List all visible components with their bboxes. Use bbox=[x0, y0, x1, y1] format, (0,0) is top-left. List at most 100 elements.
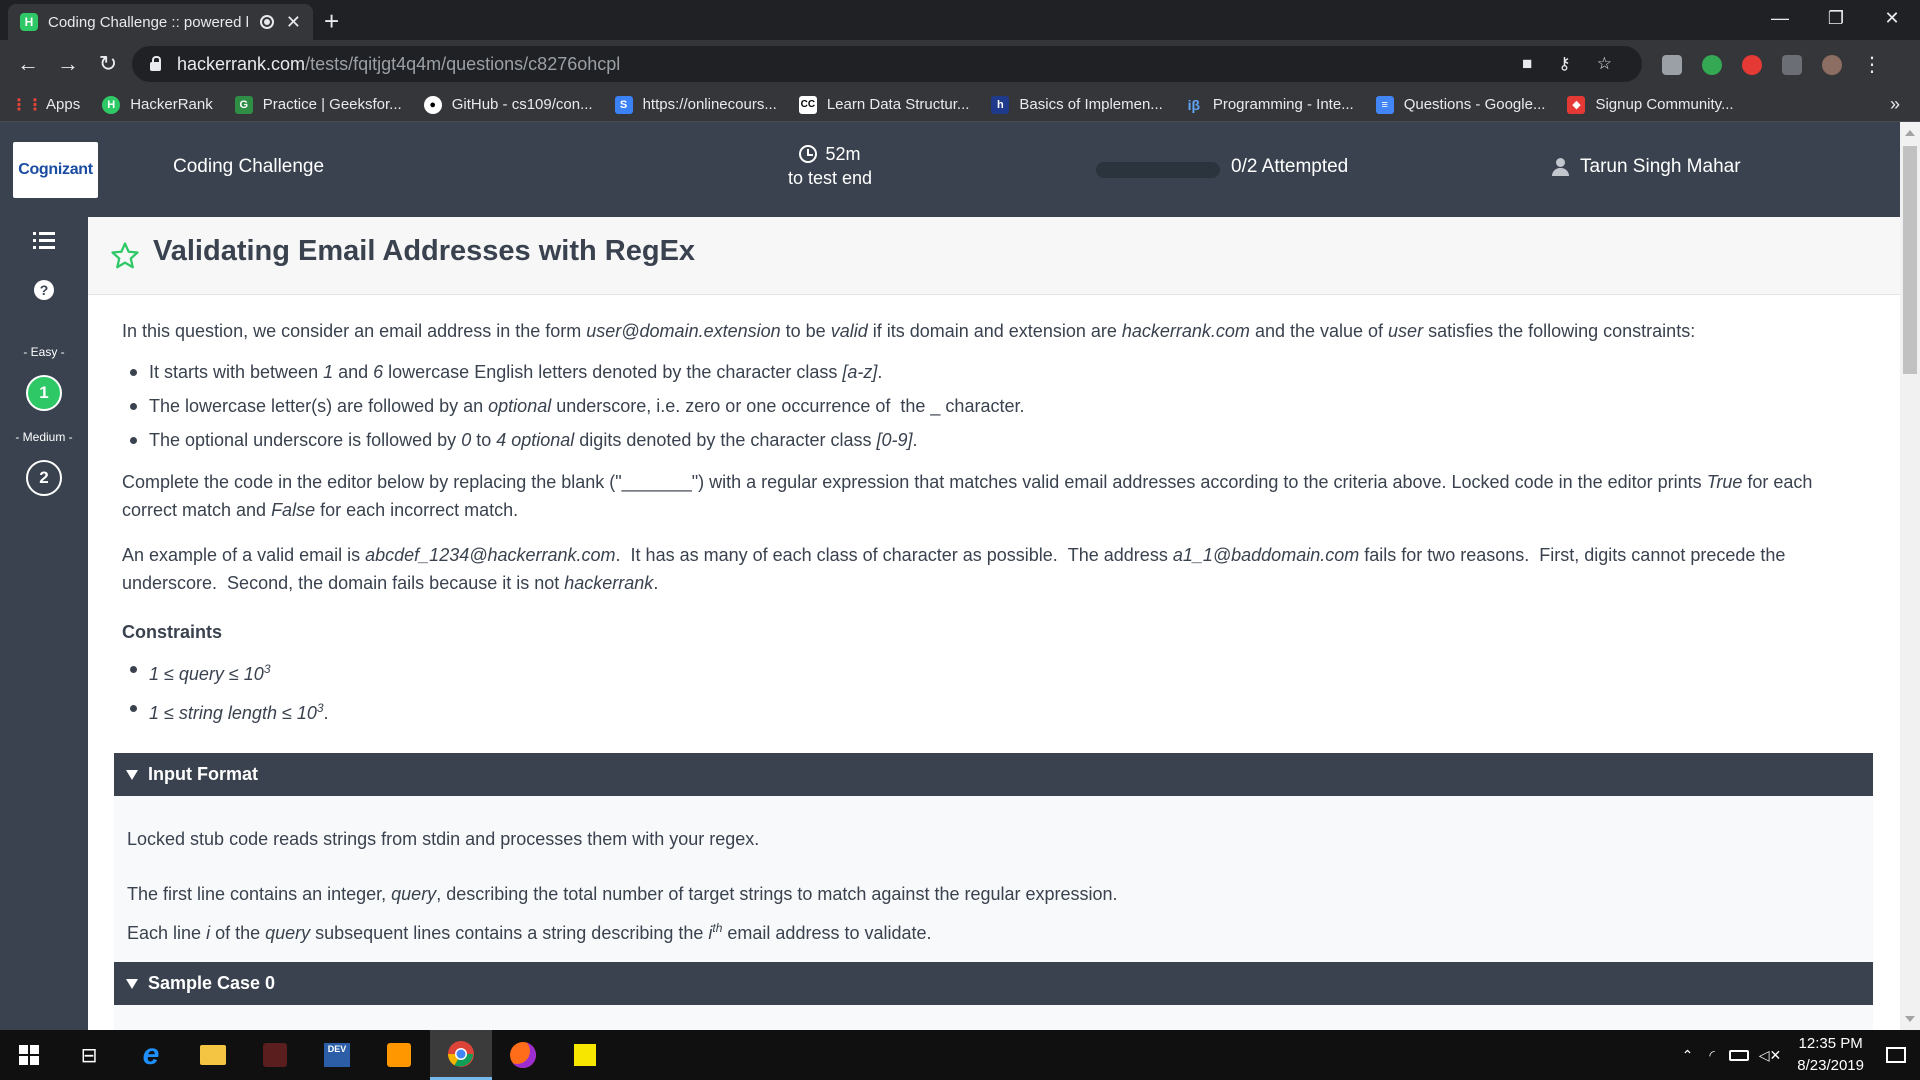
scroll-up-arrow[interactable] bbox=[1905, 130, 1915, 136]
wifi-icon[interactable]: ◜ bbox=[1709, 1047, 1714, 1064]
browser-tab[interactable]: H Coding Challenge :: powered by HackerR… bbox=[8, 4, 313, 40]
bookmark-github[interactable]: ● GitHub - cs109/con... bbox=[423, 95, 593, 114]
test-timer: 52m to test end bbox=[760, 142, 900, 190]
edge-icon[interactable]: e bbox=[120, 1030, 182, 1080]
scroll-down-arrow[interactable] bbox=[1905, 1016, 1915, 1022]
minimize-button[interactable]: — bbox=[1752, 0, 1808, 36]
list-item: 1 ≤ query ≤ 103 bbox=[122, 655, 1862, 688]
lock-icon bbox=[150, 55, 161, 71]
bookmark-learn-data-structures[interactable]: CC Learn Data Structur... bbox=[798, 95, 969, 114]
hackerearth-icon: h bbox=[991, 95, 1010, 114]
input-format-body: Locked stub code reads strings from stdi… bbox=[114, 796, 1873, 989]
reload-button[interactable]: ↻ bbox=[88, 51, 128, 77]
sticky-notes-icon[interactable] bbox=[554, 1030, 616, 1080]
recording-icon bbox=[259, 15, 274, 29]
extension-icon[interactable] bbox=[1742, 54, 1762, 75]
hackerrank-favicon-icon: H bbox=[20, 13, 38, 31]
battery-icon[interactable] bbox=[1728, 1049, 1749, 1061]
question-2-button[interactable]: 2 bbox=[26, 460, 62, 496]
user-icon bbox=[1552, 158, 1569, 176]
task-view-icon[interactable]: ⊟ bbox=[58, 1030, 120, 1080]
bookmarks-more-button[interactable]: » bbox=[1890, 94, 1900, 115]
user-menu[interactable]: Tarun Singh Mahar bbox=[1552, 156, 1741, 178]
question-list-icon[interactable] bbox=[33, 232, 55, 253]
intro-paragraph: In this question, we consider an email a… bbox=[122, 321, 1696, 341]
taskbar-clock[interactable]: 12:35 PM 8/23/2019 bbox=[1797, 1033, 1864, 1077]
bookmark-signup-community[interactable]: ◆ Signup Community... bbox=[1567, 95, 1734, 114]
level-easy-label: - Easy - bbox=[23, 345, 65, 359]
bookmark-apps[interactable]: ⋮⋮ Apps bbox=[11, 96, 80, 114]
extension-icon[interactable] bbox=[1702, 54, 1722, 75]
notifications-icon[interactable] bbox=[1886, 1047, 1906, 1063]
address-bar[interactable]: hackerrank.com/tests/fqitjgt4q4m/questio… bbox=[132, 46, 1642, 82]
question-1-button[interactable]: 1 bbox=[26, 375, 62, 411]
tray-chevron-icon[interactable]: ⌃ bbox=[1682, 1047, 1694, 1064]
bookmark-onlinecourses[interactable]: Shttps://onlinecours... bbox=[614, 95, 777, 114]
back-button[interactable]: ← bbox=[8, 51, 48, 77]
browser-toolbar: ← → ↻ hackerrank.com/tests/fqitjgt4q4m/q… bbox=[0, 40, 1920, 88]
file-explorer-icon[interactable] bbox=[182, 1030, 244, 1080]
star-icon[interactable] bbox=[110, 241, 140, 271]
volume-mute-icon[interactable]: ◁✕ bbox=[1759, 1047, 1782, 1064]
extension-icon[interactable] bbox=[1782, 54, 1802, 75]
dev-cpp-icon[interactable]: DEV bbox=[306, 1030, 368, 1080]
extensions-area: ⋮ bbox=[1662, 52, 1882, 77]
firefox-icon[interactable] bbox=[492, 1030, 554, 1080]
attempt-progress-bar bbox=[1096, 162, 1220, 178]
close-window-button[interactable]: ✕ bbox=[1864, 0, 1920, 36]
github-icon: ● bbox=[423, 95, 442, 114]
menu-dots-icon[interactable]: ⋮ bbox=[1862, 52, 1882, 77]
sample-case-toggle[interactable]: Sample Case 0 bbox=[114, 962, 1873, 1005]
cc-icon: CC bbox=[798, 95, 817, 114]
level-medium-label: - Medium - bbox=[15, 430, 73, 444]
page-scrollbar[interactable] bbox=[1900, 122, 1920, 1030]
bookmark-hackerrank[interactable]: H HackerRank bbox=[102, 95, 213, 114]
question-header: Validating Email Addresses with RegEx bbox=[88, 217, 1900, 295]
chrome-icon[interactable] bbox=[430, 1030, 492, 1080]
list-item: The lowercase letter(s) are followed by … bbox=[122, 392, 1862, 420]
profile-avatar[interactable] bbox=[1822, 54, 1842, 75]
constraints-list: 1 ≤ query ≤ 103 1 ≤ string length ≤ 103. bbox=[122, 655, 1862, 727]
tab-title: Coding Challenge :: powered by HackerRan… bbox=[48, 13, 248, 31]
bookmark-star-icon[interactable]: ☆ bbox=[1597, 54, 1612, 74]
input-format-toggle[interactable]: Input Format bbox=[114, 753, 1873, 796]
clock-time: 12:35 PM bbox=[1798, 1035, 1863, 1052]
system-tray: ⌃ ◜ ◁✕ 12:35 PM 8/23/2019 bbox=[1682, 1030, 1920, 1080]
community-icon: ◆ bbox=[1567, 95, 1586, 114]
sublime-text-icon[interactable] bbox=[368, 1030, 430, 1080]
input-format-line: Each line i of the query subsequent line… bbox=[127, 921, 932, 943]
bookmark-programming[interactable]: iβ Programming - Inte... bbox=[1185, 96, 1354, 114]
help-icon[interactable]: ? bbox=[34, 280, 54, 300]
tab-close-icon[interactable]: ✕ bbox=[286, 12, 301, 33]
question-title: Validating Email Addresses with RegEx bbox=[153, 235, 696, 267]
list-item: It starts with between 1 and 6 lowercase… bbox=[122, 358, 1862, 386]
clock-icon bbox=[799, 145, 818, 163]
apps-grid-icon: ⋮⋮ bbox=[11, 96, 43, 114]
predator-sense-icon[interactable] bbox=[244, 1030, 306, 1080]
list-item: 1 ≤ string length ≤ 103. bbox=[122, 694, 1862, 727]
restore-button[interactable]: ❐ bbox=[1808, 0, 1864, 36]
bookmark-basics-implementation[interactable]: h Basics of Implemen... bbox=[991, 95, 1163, 114]
course-icon: S bbox=[614, 95, 633, 114]
windows-start-icon[interactable] bbox=[0, 1030, 58, 1080]
bookmark-geeksforgeeks[interactable]: G Practice | Geeksfor... bbox=[234, 95, 402, 114]
camera-icon[interactable]: ■ bbox=[1522, 54, 1532, 74]
sample-case-body bbox=[114, 1005, 1873, 1030]
input-format-line: The first line contains an integer, quer… bbox=[127, 884, 1118, 904]
challenge-title: Coding Challenge bbox=[173, 156, 325, 177]
forward-button[interactable]: → bbox=[48, 51, 88, 77]
interviewbit-icon: iβ bbox=[1187, 96, 1201, 113]
attempted-count: 0/2 Attempted bbox=[1231, 156, 1349, 177]
timer-value: 52m bbox=[825, 144, 861, 164]
url-path: /tests/fqitjgt4q4m/questions/c8276ohcpl bbox=[305, 53, 621, 74]
scrollbar-thumb[interactable] bbox=[1903, 146, 1917, 374]
key-icon[interactable]: ⚷ bbox=[1558, 54, 1570, 74]
bookmark-questions-google[interactable]: ≡ Questions - Google... bbox=[1375, 95, 1545, 114]
question-panel: Validating Email Addresses with RegEx In… bbox=[88, 217, 1900, 1030]
example-paragraph: An example of a valid email is abcdef_12… bbox=[122, 545, 1786, 593]
new-tab-button[interactable]: + bbox=[324, 6, 339, 37]
collapse-triangle-icon bbox=[126, 978, 138, 989]
extension-icon[interactable] bbox=[1662, 54, 1682, 75]
url-host: hackerrank.com bbox=[177, 53, 306, 74]
test-header: Cognizant Coding Challenge 52m to test e… bbox=[0, 122, 1900, 217]
